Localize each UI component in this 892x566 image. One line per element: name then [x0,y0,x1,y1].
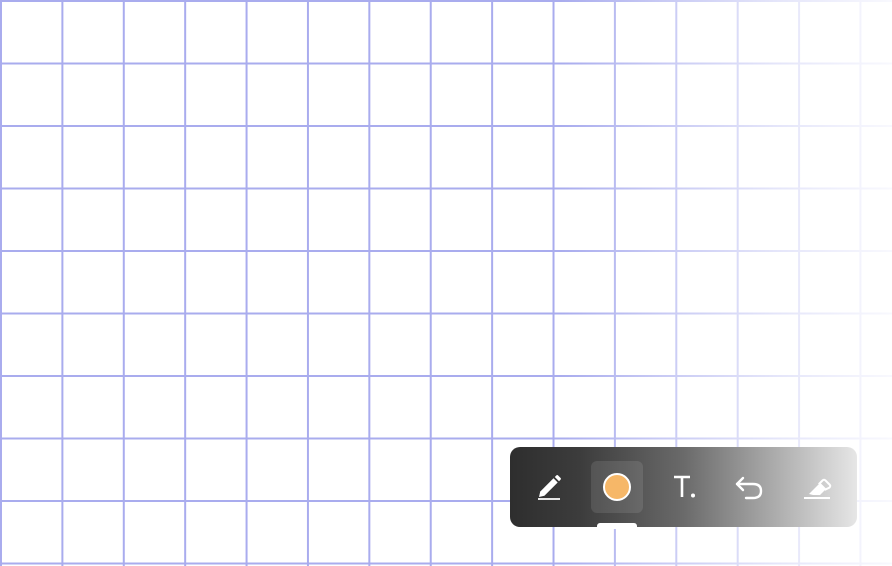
active-tool-indicator [597,523,637,529]
pencil-tool-button[interactable] [523,461,575,513]
text-tool-icon [669,471,701,503]
drawing-toolbar [510,447,857,529]
eraser-icon [800,471,834,503]
undo-icon [732,471,766,503]
color-picker-button[interactable] [591,461,643,513]
undo-button[interactable] [723,461,775,513]
pencil-icon [533,471,565,503]
eraser-tool-button[interactable] [791,461,843,513]
text-tool-button[interactable] [659,461,711,513]
color-swatch-icon [603,473,631,501]
